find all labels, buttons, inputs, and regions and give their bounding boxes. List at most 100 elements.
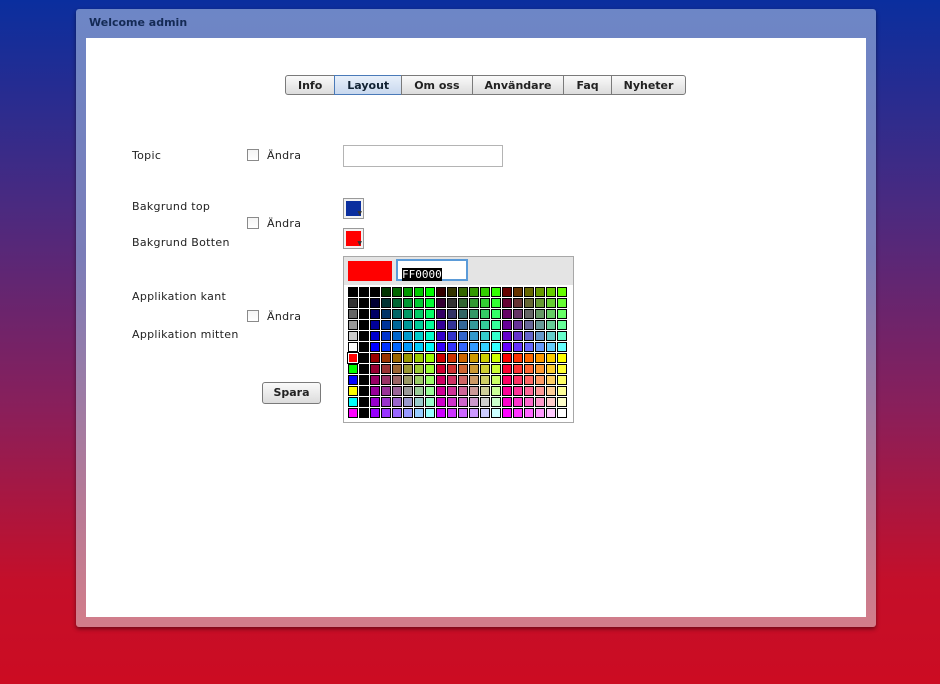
tab-info[interactable]: Info (285, 75, 336, 95)
color-swatch[interactable] (381, 309, 391, 319)
color-swatch[interactable] (348, 364, 358, 374)
app-andra-checkbox[interactable] (247, 310, 259, 322)
color-swatch[interactable] (546, 364, 556, 374)
color-swatch[interactable] (546, 309, 556, 319)
color-swatch[interactable] (535, 309, 545, 319)
color-swatch[interactable] (524, 298, 534, 308)
color-swatch[interactable] (425, 298, 435, 308)
color-swatch[interactable] (348, 309, 358, 319)
color-swatch[interactable] (348, 342, 358, 352)
color-swatch[interactable] (436, 298, 446, 308)
color-swatch[interactable] (447, 287, 457, 297)
color-swatch[interactable] (469, 320, 479, 330)
color-swatch[interactable] (436, 364, 446, 374)
color-swatch[interactable] (425, 397, 435, 407)
color-swatch[interactable] (458, 309, 468, 319)
color-swatch[interactable] (392, 342, 402, 352)
color-swatch[interactable] (513, 408, 523, 418)
color-swatch[interactable] (370, 386, 380, 396)
color-swatch[interactable] (502, 287, 512, 297)
color-swatch[interactable] (359, 287, 369, 297)
color-swatch[interactable] (535, 397, 545, 407)
color-swatch[interactable] (458, 331, 468, 341)
color-swatch[interactable] (359, 320, 369, 330)
color-swatch[interactable] (447, 397, 457, 407)
color-swatch[interactable] (524, 386, 534, 396)
color-swatch[interactable] (469, 287, 479, 297)
color-swatch[interactable] (491, 331, 501, 341)
color-swatch[interactable] (546, 386, 556, 396)
bg-top-color-button[interactable]: ▼ (343, 198, 364, 219)
color-swatch[interactable] (557, 342, 567, 352)
bg-andra-checkbox[interactable] (247, 217, 259, 229)
color-swatch[interactable] (502, 364, 512, 374)
color-swatch[interactable] (414, 364, 424, 374)
color-swatch[interactable] (447, 364, 457, 374)
color-swatch[interactable] (370, 342, 380, 352)
color-swatch[interactable] (447, 331, 457, 341)
color-swatch[interactable] (513, 353, 523, 363)
color-swatch[interactable] (535, 342, 545, 352)
color-swatch[interactable] (370, 364, 380, 374)
color-swatch[interactable] (447, 309, 457, 319)
color-swatch[interactable] (447, 386, 457, 396)
color-swatch[interactable] (381, 287, 391, 297)
color-swatch[interactable] (370, 397, 380, 407)
color-swatch[interactable] (392, 298, 402, 308)
topic-andra-checkbox[interactable] (247, 149, 259, 161)
color-swatch[interactable] (491, 397, 501, 407)
color-swatch[interactable] (348, 408, 358, 418)
color-swatch[interactable] (403, 331, 413, 341)
color-swatch[interactable] (359, 386, 369, 396)
color-swatch[interactable] (557, 408, 567, 418)
color-swatch[interactable] (392, 309, 402, 319)
color-swatch[interactable] (535, 364, 545, 374)
color-swatch[interactable] (348, 298, 358, 308)
color-swatch[interactable] (370, 309, 380, 319)
color-swatch[interactable] (546, 408, 556, 418)
color-swatch[interactable] (557, 353, 567, 363)
color-swatch[interactable] (491, 353, 501, 363)
color-swatch[interactable] (458, 287, 468, 297)
color-swatch[interactable] (480, 353, 490, 363)
color-swatch[interactable] (546, 331, 556, 341)
color-swatch[interactable] (524, 353, 534, 363)
color-swatch[interactable] (524, 397, 534, 407)
color-swatch[interactable] (546, 375, 556, 385)
color-swatch[interactable] (359, 364, 369, 374)
color-swatch[interactable] (348, 320, 358, 330)
color-swatch[interactable] (381, 364, 391, 374)
color-swatch[interactable] (458, 320, 468, 330)
color-swatch[interactable] (403, 375, 413, 385)
color-swatch[interactable] (535, 386, 545, 396)
color-swatch[interactable] (403, 397, 413, 407)
color-swatch[interactable] (403, 287, 413, 297)
color-swatch[interactable] (359, 342, 369, 352)
color-swatch[interactable] (370, 353, 380, 363)
color-swatch[interactable] (535, 287, 545, 297)
color-swatch[interactable] (425, 320, 435, 330)
color-swatch[interactable] (491, 309, 501, 319)
color-swatch[interactable] (458, 353, 468, 363)
color-swatch[interactable] (502, 309, 512, 319)
color-swatch[interactable] (392, 331, 402, 341)
color-swatch[interactable] (469, 408, 479, 418)
color-swatch[interactable] (348, 386, 358, 396)
color-swatch[interactable] (425, 408, 435, 418)
color-swatch[interactable] (403, 298, 413, 308)
color-swatch[interactable] (447, 298, 457, 308)
color-swatch[interactable] (347, 352, 359, 364)
color-swatch[interactable] (370, 331, 380, 341)
color-swatch[interactable] (370, 375, 380, 385)
topic-input[interactable] (343, 145, 503, 167)
color-swatch[interactable] (436, 397, 446, 407)
save-button[interactable]: Spara (262, 382, 321, 404)
color-swatch[interactable] (480, 386, 490, 396)
color-swatch[interactable] (458, 298, 468, 308)
color-swatch[interactable] (535, 408, 545, 418)
color-swatch[interactable] (458, 397, 468, 407)
color-swatch[interactable] (513, 320, 523, 330)
color-swatch[interactable] (425, 386, 435, 396)
color-swatch[interactable] (425, 287, 435, 297)
color-swatch[interactable] (414, 331, 424, 341)
